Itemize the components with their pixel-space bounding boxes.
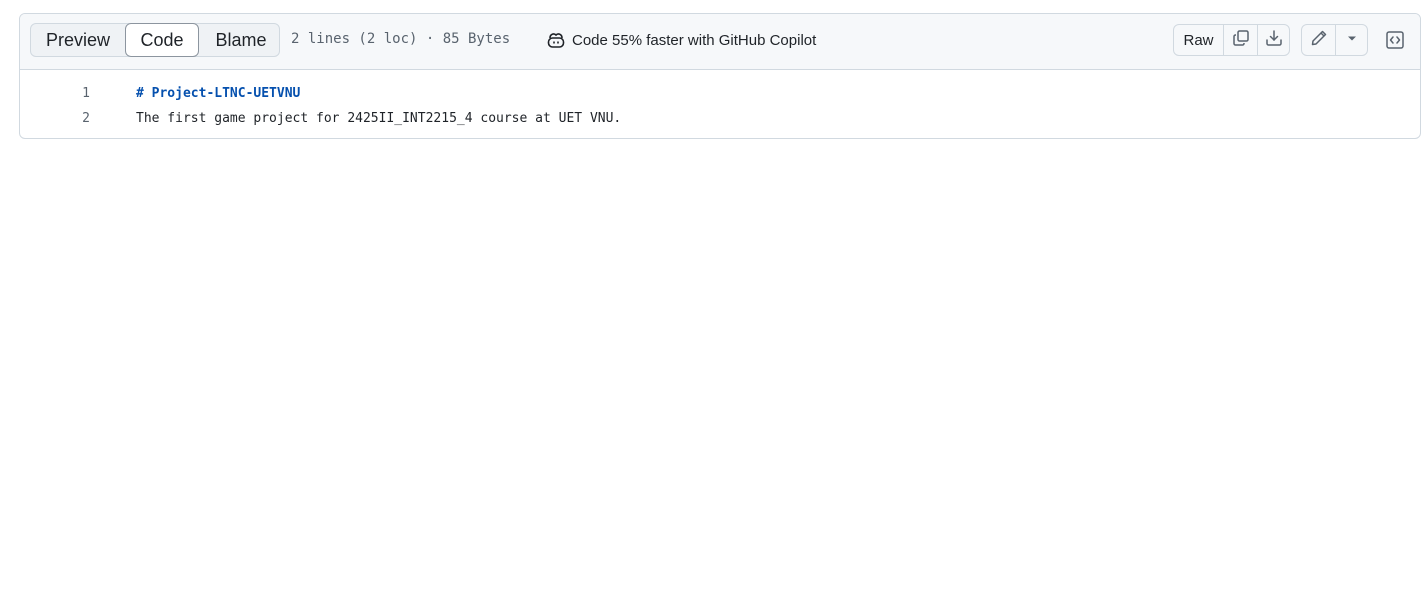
download-icon: [1265, 29, 1283, 52]
copilot-icon: [546, 31, 566, 49]
symbols-panel-button[interactable]: [1383, 30, 1407, 54]
line-number[interactable]: 1: [20, 84, 90, 104]
line-content: # Project-LTNC-UETVNU: [136, 86, 301, 101]
edit-actions-group: [1301, 24, 1368, 56]
raw-button[interactable]: Raw: [1174, 25, 1223, 55]
copy-button[interactable]: [1223, 25, 1257, 55]
download-button[interactable]: [1257, 25, 1289, 55]
view-mode-segmented-control: Preview Code Blame: [30, 23, 280, 57]
copilot-promo-link[interactable]: Code 55% faster with GitHub Copilot: [546, 31, 816, 49]
edit-button[interactable]: [1302, 25, 1335, 55]
more-edit-options-button[interactable]: [1335, 25, 1367, 55]
code-line: 1 # Project-LTNC-UETVNU: [20, 82, 1420, 107]
file-actions-group: Raw: [1173, 24, 1290, 56]
tab-preview[interactable]: Preview: [31, 23, 125, 57]
triangle-down-icon: [1346, 31, 1358, 49]
file-header: Preview Code Blame 2 lines (2 loc) · 85 …: [20, 14, 1420, 70]
copilot-promo-text: Code 55% faster with GitHub Copilot: [572, 31, 817, 49]
line-number[interactable]: 2: [20, 109, 90, 129]
file-info: 2 lines (2 loc) · 85 Bytes: [291, 31, 511, 47]
code-square-icon: [1385, 30, 1405, 55]
code-view: 1 # Project-LTNC-UETVNU 2 The first game…: [20, 70, 1420, 132]
line-content: The first game project for 2425II_INT221…: [136, 111, 622, 126]
tab-blame[interactable]: Blame: [201, 23, 281, 57]
pencil-icon: [1310, 29, 1328, 52]
tab-code[interactable]: Code: [125, 23, 199, 57]
code-line: 2 The first game project for 2425II_INT2…: [20, 107, 1420, 132]
file-viewer: Preview Code Blame 2 lines (2 loc) · 85 …: [19, 13, 1421, 139]
copy-icon: [1232, 29, 1250, 52]
